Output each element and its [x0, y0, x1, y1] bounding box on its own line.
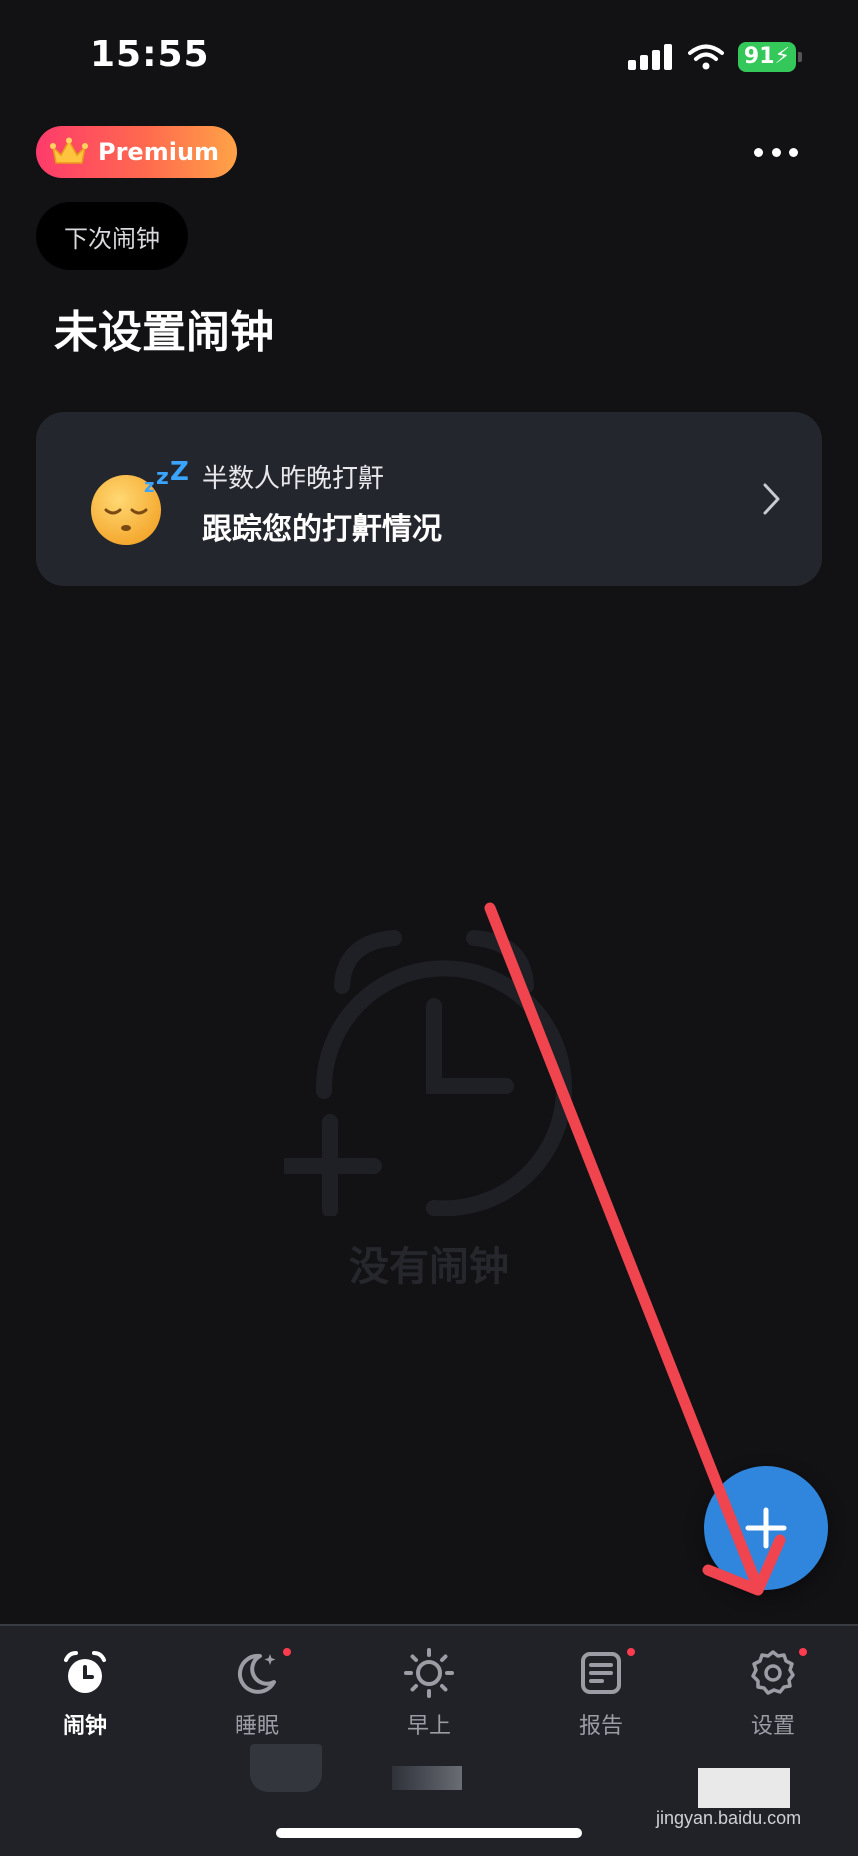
more-dot	[789, 147, 798, 157]
redacted-area	[392, 1766, 462, 1790]
status-indicators: 91⚡	[627, 42, 802, 72]
tab-report[interactable]: 报告	[541, 1648, 661, 1748]
status-time: 15:55	[90, 34, 210, 75]
add-alarm-button[interactable]	[704, 1466, 828, 1590]
next-alarm-chip[interactable]: 下次闹钟	[36, 202, 188, 270]
more-options-button[interactable]	[754, 136, 798, 168]
premium-label: Premium	[98, 138, 220, 166]
plus-icon	[745, 1507, 787, 1549]
snore-card-subtitle: 半数人昨晚打鼾	[202, 464, 385, 494]
more-dot	[771, 147, 781, 157]
svg-text:Z: Z	[170, 458, 189, 487]
home-indicator[interactable]	[276, 1828, 582, 1838]
tab-alarm-label: 闹钟	[62, 1714, 107, 1739]
sun-icon	[404, 1648, 454, 1698]
battery-level: 91	[743, 44, 775, 69]
tab-report-label: 报告	[578, 1714, 623, 1739]
tab-alarm[interactable]: 闹钟	[25, 1648, 145, 1748]
moon-icon	[237, 1653, 276, 1694]
svg-text:z: z	[156, 465, 169, 490]
tab-sleep-label: 睡眠	[234, 1714, 279, 1739]
empty-alarm-illustration-icon	[284, 930, 572, 1216]
watermark-text: jingyan.baidu.com	[656, 1808, 802, 1828]
premium-button[interactable]: Premium	[36, 126, 238, 178]
crown-icon	[50, 137, 88, 164]
redacted-area	[250, 1744, 322, 1792]
status-bar: 15:55 91⚡	[0, 0, 858, 110]
tab-settings-label: 设置	[750, 1714, 795, 1739]
tab-report-badge	[627, 1648, 635, 1656]
charging-bolt-icon: ⚡	[774, 44, 790, 69]
gear-icon	[751, 1650, 795, 1695]
svg-text:z: z	[144, 476, 154, 497]
empty-state-text: 没有闹钟	[349, 1244, 509, 1290]
tab-sleep[interactable]: 睡眠	[197, 1648, 317, 1748]
battery-indicator: 91⚡	[737, 42, 802, 72]
sleeping-face-icon: z z Z	[91, 458, 189, 545]
page-title: 未设置闹钟	[54, 307, 274, 358]
tab-sleep-badge	[283, 1648, 291, 1656]
tab-morning-label: 早上	[406, 1714, 451, 1739]
watermark-logo	[698, 1768, 790, 1808]
tab-settings-badge	[799, 1648, 807, 1656]
chevron-right-icon	[763, 483, 780, 515]
snore-tracking-card[interactable]: z z Z 半数人昨晚打鼾 跟踪您的打鼾情况	[36, 412, 822, 586]
alarm-clock-icon	[64, 1651, 106, 1693]
more-dot	[754, 147, 763, 157]
tab-morning[interactable]: 早上	[369, 1648, 489, 1748]
cellular-signal-icon	[627, 44, 672, 70]
snore-card-headline: 跟踪您的打鼾情况	[202, 512, 442, 547]
report-icon	[581, 1652, 621, 1694]
wifi-icon	[687, 44, 724, 70]
tab-settings[interactable]: 设置	[713, 1648, 833, 1748]
